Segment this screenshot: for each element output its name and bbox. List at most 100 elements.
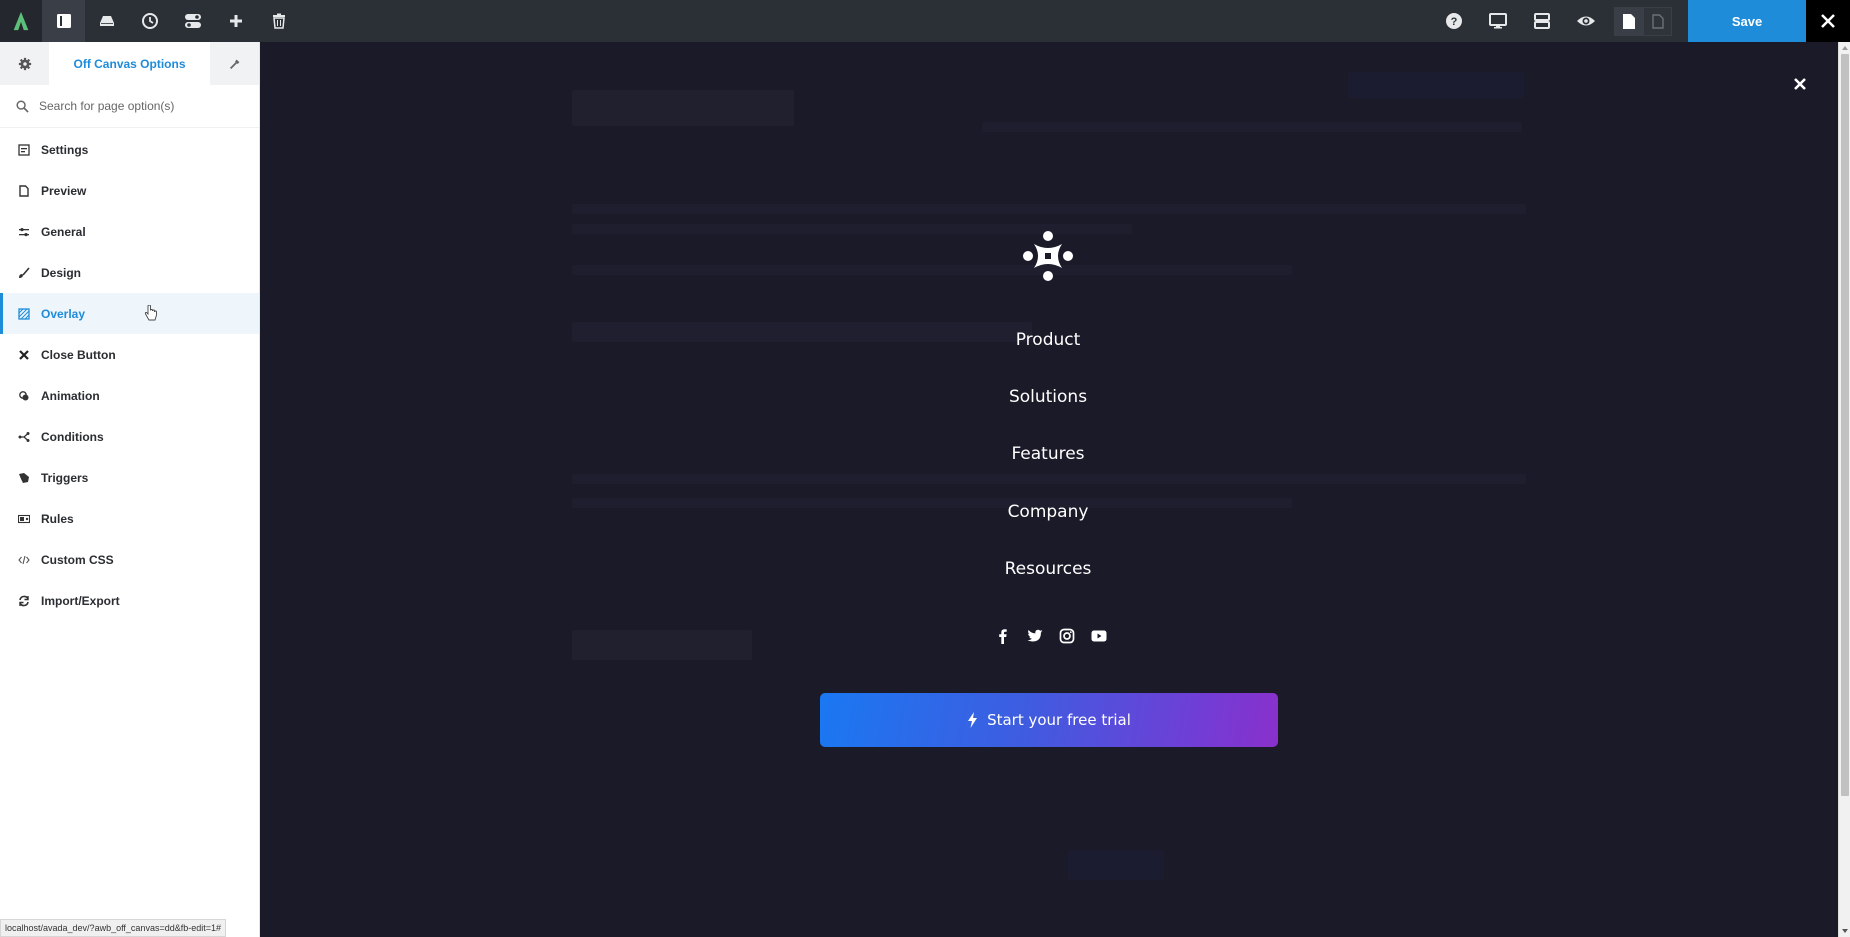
- gear-icon: [18, 57, 31, 70]
- sidebar-item-label: Design: [41, 265, 82, 280]
- instagram-icon[interactable]: [1058, 627, 1076, 645]
- sidebar-item-settings[interactable]: Settings: [0, 129, 259, 170]
- options-sidebar: Off Canvas Options Settings Preview Gene…: [0, 42, 260, 937]
- sidebar-item-label: General: [41, 224, 86, 239]
- sliders-icon: [18, 226, 30, 238]
- delete-button[interactable]: [257, 0, 300, 42]
- page-document-button[interactable]: [1614, 6, 1643, 36]
- toggle-sidebar-button[interactable]: [42, 0, 85, 42]
- sidebar-item-label: Triggers: [41, 470, 89, 485]
- search-icon: [16, 99, 29, 113]
- eye-icon: [1577, 16, 1595, 26]
- close-icon: [1794, 78, 1806, 90]
- help-icon: ?: [1446, 13, 1462, 29]
- add-element-button[interactable]: [214, 0, 257, 42]
- page-document-alt-button[interactable]: [1643, 6, 1672, 36]
- trash-icon: [272, 13, 285, 29]
- status-bar-url: localhost/avada_dev/?awb_off_canvas=dd&f…: [0, 919, 226, 937]
- canvas-scrollbar[interactable]: [1838, 42, 1850, 937]
- off-canvas-panel: Product Solutions Features Company Resou…: [260, 42, 1838, 937]
- triggers-icon: [18, 472, 30, 484]
- brand-logo-icon: [1022, 230, 1074, 282]
- preview-button[interactable]: [1564, 0, 1608, 42]
- brush-icon: [18, 266, 30, 279]
- close-icon: [18, 349, 30, 361]
- sidebar-item-animation[interactable]: Animation: [0, 375, 259, 416]
- avada-logo[interactable]: [0, 0, 42, 42]
- offcanvas-menu-solutions[interactable]: Solutions: [948, 387, 1148, 407]
- scroll-thumb[interactable]: [1841, 54, 1849, 796]
- offcanvas-menu-product[interactable]: Product: [948, 330, 1148, 350]
- sidebar-icon: [56, 14, 71, 28]
- scroll-down-arrow[interactable]: [1839, 925, 1850, 937]
- sidebar-header: Off Canvas Options: [0, 42, 259, 85]
- builder-toolbar: ? Save: [0, 0, 1850, 42]
- plus-icon: [229, 15, 242, 27]
- close-icon: [1821, 14, 1835, 28]
- social-links: [994, 627, 1108, 645]
- scroll-up-arrow[interactable]: [1839, 42, 1850, 54]
- sidebar-item-label: Overlay: [41, 306, 86, 321]
- sidebar-item-general[interactable]: General: [0, 211, 259, 252]
- sidebar-tab-settings[interactable]: [0, 42, 49, 85]
- sidebar-item-label: Animation: [41, 388, 100, 403]
- layout-button[interactable]: [171, 0, 214, 42]
- sidebar-item-conditions[interactable]: Conditions: [0, 416, 259, 457]
- offcanvas-menu-features[interactable]: Features: [948, 444, 1148, 464]
- eyedropper-icon: [229, 59, 239, 69]
- sidebar-item-close-button[interactable]: Close Button: [0, 334, 259, 375]
- rules-icon: [18, 513, 30, 525]
- sidebar-item-custom-css[interactable]: Custom CSS: [0, 539, 259, 580]
- help-button[interactable]: ?: [1432, 0, 1476, 42]
- sidebar-item-preview[interactable]: Preview: [0, 170, 259, 211]
- sidebar-menu: Settings Preview General Design Overlay …: [0, 129, 259, 621]
- start-free-trial-button[interactable]: Start your free trial: [820, 693, 1278, 747]
- document-toggle-group: [1614, 0, 1672, 42]
- svg-text:?: ?: [1451, 16, 1458, 28]
- facebook-icon[interactable]: [994, 627, 1012, 645]
- sidebar-item-label: Import/Export: [41, 593, 120, 608]
- youtube-icon[interactable]: [1090, 627, 1108, 645]
- pointer-cursor-icon: [144, 304, 158, 321]
- document-outline-icon: [1651, 13, 1664, 29]
- sidebar-item-rules[interactable]: Rules: [0, 498, 259, 539]
- page-canvas: Product Solutions Features Company Resou…: [260, 42, 1838, 937]
- library-button[interactable]: [85, 0, 128, 42]
- rows-icon: [1534, 13, 1550, 29]
- clock-icon: [141, 13, 158, 29]
- overlay-icon: [18, 307, 30, 320]
- offcanvas-menu-company[interactable]: Company: [948, 502, 1148, 522]
- document-icon: [18, 184, 30, 197]
- cta-label: Start your free trial: [987, 711, 1131, 729]
- sidebar-item-label: Preview: [41, 183, 87, 198]
- sidebar-item-label: Conditions: [41, 429, 104, 444]
- conditions-icon: [18, 431, 30, 443]
- twitter-icon[interactable]: [1026, 627, 1044, 645]
- sidebar-item-label: Settings: [41, 142, 89, 157]
- search-input[interactable]: [39, 99, 239, 113]
- offcanvas-menu-resources[interactable]: Resources: [948, 559, 1148, 579]
- document-filled-icon: [1622, 13, 1635, 29]
- save-button[interactable]: Save: [1688, 0, 1806, 42]
- sidebar-item-design[interactable]: Design: [0, 252, 259, 293]
- sync-icon: [18, 595, 30, 607]
- sidebar-item-triggers[interactable]: Triggers: [0, 457, 259, 498]
- monitor-icon: [1489, 13, 1507, 29]
- sidebar-item-label: Rules: [41, 511, 74, 526]
- sidebar-item-import-export[interactable]: Import/Export: [0, 580, 259, 621]
- sidebar-item-overlay[interactable]: Overlay: [0, 293, 259, 334]
- sidebar-title-tab[interactable]: Off Canvas Options: [49, 42, 210, 85]
- settings-panel-icon: [18, 143, 30, 156]
- exit-builder-button[interactable]: [1806, 0, 1850, 42]
- animation-icon: [18, 390, 30, 402]
- desktop-preview-button[interactable]: [1476, 0, 1520, 42]
- wireframe-button[interactable]: [1520, 0, 1564, 42]
- drive-icon: [99, 16, 114, 26]
- code-icon: [18, 554, 30, 566]
- history-button[interactable]: [128, 0, 171, 42]
- offcanvas-close-button[interactable]: [1790, 74, 1810, 94]
- bolt-icon: [968, 712, 978, 728]
- sidebar-tab-eyedropper[interactable]: [210, 42, 259, 85]
- sidebar-search: [0, 85, 259, 128]
- sidebar-item-label: Custom CSS: [41, 552, 114, 567]
